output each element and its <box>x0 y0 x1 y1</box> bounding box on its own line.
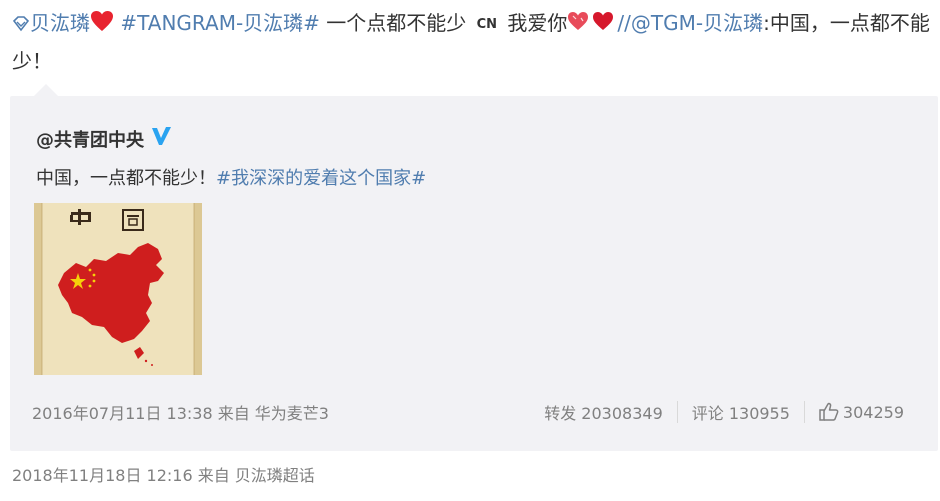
two-hearts-icon <box>567 7 617 43</box>
like-button[interactable]: 304259 <box>819 398 904 426</box>
blue-v-verified-icon <box>150 125 172 152</box>
china-map-image[interactable] <box>34 203 202 375</box>
repost-text-body: 中国，一点都不能少！ <box>36 168 216 189</box>
comment-count-button[interactable]: 评论 130955 <box>692 400 790 424</box>
repost-count-label: 转发 20308349 <box>544 404 663 423</box>
repost-arrow <box>34 84 58 96</box>
repost-meta[interactable]: 2016年07月11日 13:38 来自 华为麦芒3 <box>32 400 329 424</box>
cn-badge: CN <box>476 16 498 32</box>
diamond-badge-icon <box>12 7 30 43</box>
repost-user-link[interactable]: @共青团中央 <box>36 130 144 151</box>
repost-text: 中国，一点都不能少！#我深深的爱着这个国家# <box>36 164 426 190</box>
action-divider <box>676 401 678 423</box>
thumbs-up-icon <box>819 402 839 426</box>
post-meta[interactable]: 2018年11月18日 12:16 来自 贝汯璘超话 <box>12 462 315 486</box>
post-text-segment: 一个点都不能少 <box>326 11 467 35</box>
post-text: 贝汯璘 #TANGRAM-贝汯璘# 一个点都不能少 CN 我爱你 //@TGM-… <box>12 5 930 79</box>
hashtag-link[interactable]: #TANGRAM-贝汯璘# <box>120 11 320 35</box>
action-divider <box>803 401 805 423</box>
post-text-segment: 我爱你 <box>507 11 568 35</box>
like-count: 304259 <box>842 402 904 422</box>
repost-count-button[interactable]: 转发 20308349 <box>544 400 663 424</box>
comment-count-label: 评论 130955 <box>691 404 790 423</box>
repost-user[interactable]: @共青团中央 <box>36 126 171 152</box>
repost-card: @共青团中央 中国，一点都不能少！#我深深的爱着这个国家# 2016年07月11… <box>10 96 938 451</box>
author-link[interactable]: 贝汯璘 <box>30 11 90 35</box>
topic-link[interactable]: #我深深的爱着这个国家# <box>216 168 426 189</box>
red-heart-icon <box>90 7 114 43</box>
mention-link[interactable]: //@TGM-贝汯璘 <box>617 11 763 35</box>
repost-actions: 转发 20308349 评论 130955 304259 <box>544 398 904 426</box>
